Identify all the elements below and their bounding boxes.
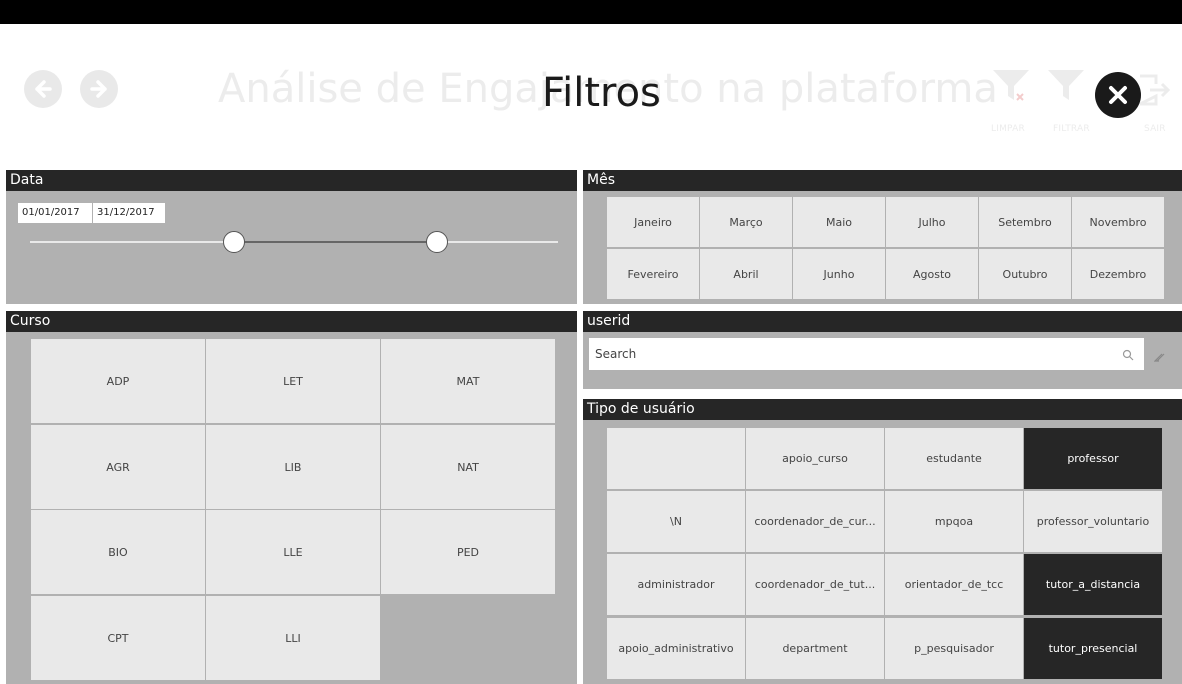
- user-type-option-mpqoa[interactable]: mpqoa: [885, 491, 1023, 552]
- course-option-lle[interactable]: LLE: [206, 510, 380, 594]
- clear-label: LIMPAR: [991, 124, 1025, 134]
- exit-label: SAIR: [1144, 124, 1166, 134]
- user-type-panel-title: Tipo de usuário: [583, 399, 1182, 420]
- month-panel-title: Mês: [583, 170, 1182, 191]
- date-slider-range: [234, 241, 436, 243]
- course-option-let[interactable]: LET: [206, 339, 380, 423]
- month-option-dezembro[interactable]: Dezembro: [1072, 249, 1164, 299]
- course-option-mat[interactable]: MAT: [381, 339, 555, 423]
- course-panel-title: Curso: [6, 311, 577, 332]
- user-type-option-tutor-presencial[interactable]: tutor_presencial: [1024, 618, 1162, 679]
- user-type-option-apoio-curso[interactable]: apoio_curso: [746, 428, 884, 489]
- end-date-input[interactable]: 31/12/2017: [93, 203, 165, 223]
- user-type-option-blank[interactable]: [607, 428, 745, 489]
- course-option-ped[interactable]: PED: [381, 510, 555, 594]
- clear-filter-icon[interactable]: [991, 66, 1031, 110]
- date-slider-end-handle[interactable]: [426, 231, 448, 253]
- date-panel-title: Data: [6, 170, 577, 191]
- forward-arrow-icon[interactable]: [80, 70, 118, 108]
- course-option-nat[interactable]: NAT: [381, 425, 555, 509]
- course-option-bio[interactable]: BIO: [31, 510, 205, 594]
- user-type-option-estudante[interactable]: estudante: [885, 428, 1023, 489]
- userid-search-input[interactable]: Search: [589, 338, 1144, 370]
- exit-icon[interactable]: [1136, 72, 1171, 112]
- user-type-option-coordenador-de-tut[interactable]: coordenador_de_tut...: [746, 554, 884, 615]
- month-option-setembro[interactable]: Setembro: [979, 197, 1071, 247]
- course-option-cpt[interactable]: CPT: [31, 596, 205, 680]
- top-black-bar: [0, 0, 1182, 24]
- user-type-option-professor-voluntario[interactable]: professor_voluntario: [1024, 491, 1162, 552]
- month-option-fevereiro[interactable]: Fevereiro: [607, 249, 699, 299]
- user-type-option-coordenador-de-cur[interactable]: coordenador_de_cur...: [746, 491, 884, 552]
- user-type-option-department[interactable]: department: [746, 618, 884, 679]
- course-filter-panel: Curso ADP LET MAT AGR LIB NAT BIO LLE PED CPT LLI: [6, 311, 577, 684]
- user-type-option-orientador-de-tcc[interactable]: orientador_de_tcc: [885, 554, 1023, 615]
- eraser-icon[interactable]: [1153, 348, 1166, 367]
- course-option-lib[interactable]: LIB: [206, 425, 380, 509]
- course-option-agr[interactable]: AGR: [31, 425, 205, 509]
- user-type-option-tutor-a-distancia[interactable]: tutor_a_distancia: [1024, 554, 1162, 615]
- filter-icon[interactable]: [1046, 66, 1086, 110]
- search-icon[interactable]: [1122, 338, 1134, 370]
- filter-label: FILTRAR: [1053, 124, 1090, 134]
- month-option-abril[interactable]: Abril: [700, 249, 792, 299]
- userid-filter-panel: userid Search: [583, 311, 1182, 389]
- filters-title: Filtros: [542, 70, 661, 116]
- month-option-julho[interactable]: Julho: [886, 197, 978, 247]
- user-type-option-p-pesquisador[interactable]: p_pesquisador: [885, 618, 1023, 679]
- back-arrow-icon[interactable]: [24, 70, 62, 108]
- month-option-mar-o[interactable]: Março: [700, 197, 792, 247]
- course-option-adp[interactable]: ADP: [31, 339, 205, 423]
- user-type-option-administrador[interactable]: administrador: [607, 554, 745, 615]
- month-option-outubro[interactable]: Outubro: [979, 249, 1071, 299]
- user-type-filter-panel: Tipo de usuário apoio_curso estudante prof…: [583, 399, 1182, 684]
- userid-panel-title: userid: [583, 311, 1182, 332]
- search-placeholder: Search: [595, 347, 637, 361]
- date-filter-panel: Data 01/01/2017 31/12/2017: [6, 170, 577, 304]
- course-option-lli[interactable]: LLI: [206, 596, 380, 680]
- month-option-novembro[interactable]: Novembro: [1072, 197, 1164, 247]
- month-filter-panel: Mês Janeiro Março Maio Julho Setembro Novembr…: [583, 170, 1182, 304]
- user-type-option-n[interactable]: \N: [607, 491, 745, 552]
- month-option-janeiro[interactable]: Janeiro: [607, 197, 699, 247]
- month-option-junho[interactable]: Junho: [793, 249, 885, 299]
- user-type-option-apoio-administrativo[interactable]: apoio_administrativo: [607, 618, 745, 679]
- start-date-input[interactable]: 01/01/2017: [18, 203, 92, 223]
- close-icon[interactable]: [1095, 72, 1141, 118]
- report-header: Análise de Engajamento na plataforma LIM…: [6, 24, 1176, 149]
- month-option-agosto[interactable]: Agosto: [886, 249, 978, 299]
- date-slider-start-handle[interactable]: [223, 231, 245, 253]
- month-option-maio[interactable]: Maio: [793, 197, 885, 247]
- user-type-option-professor[interactable]: professor: [1024, 428, 1162, 489]
